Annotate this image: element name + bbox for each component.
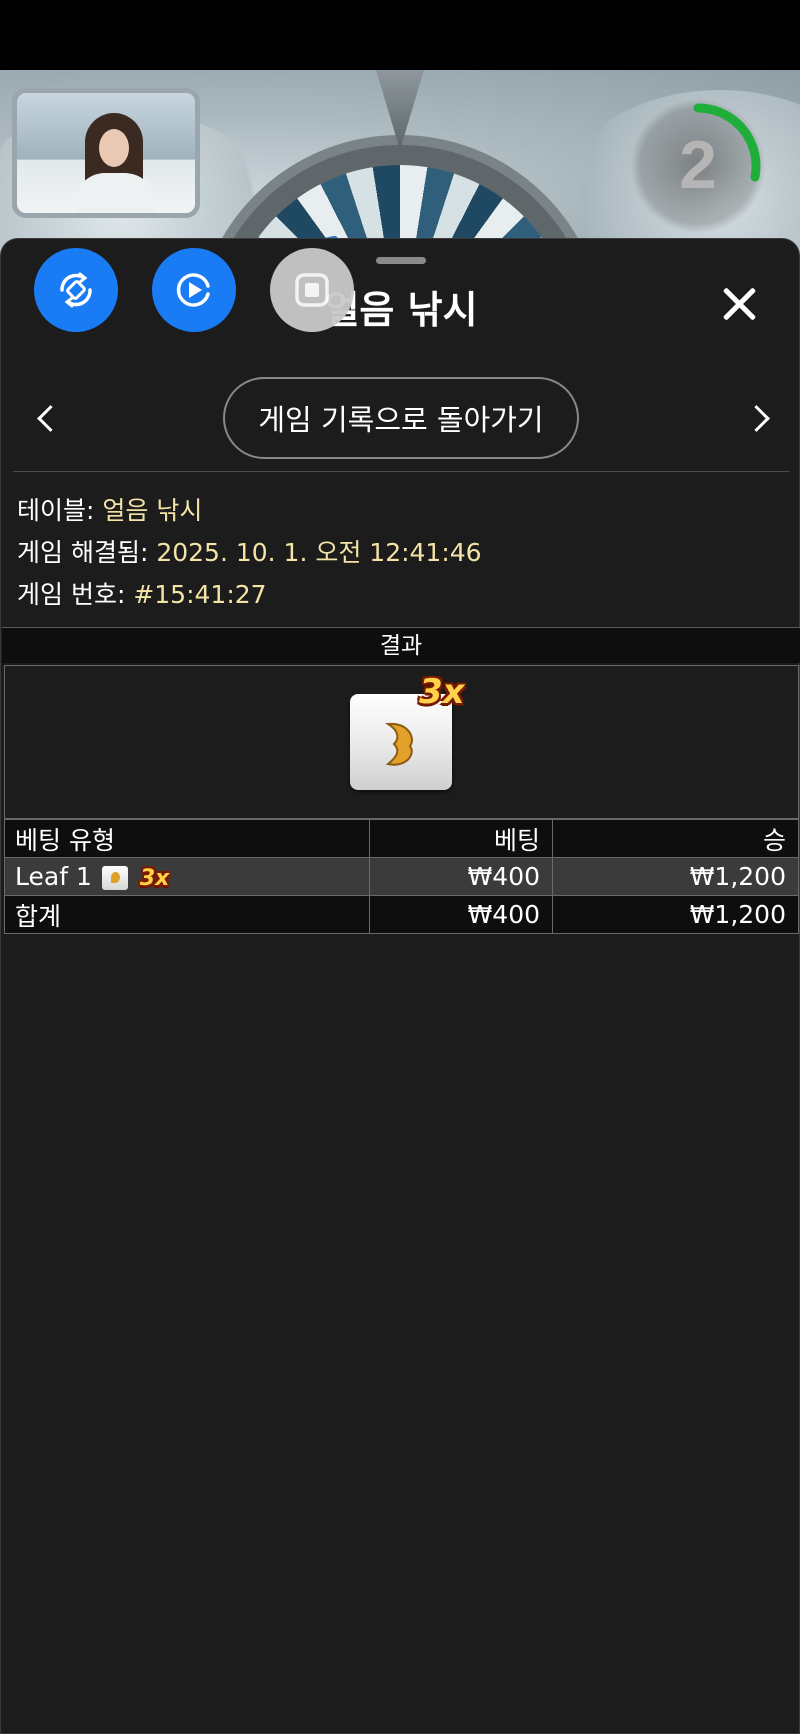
back-to-history-button[interactable]: 게임 기록으로 돌아가기 [223, 377, 579, 459]
rotate-screen-icon [60, 272, 92, 308]
info-resolved-value: 2025. 10. 1. 오전 12:41:46 [156, 538, 482, 567]
table-header-row: 베팅 유형 베팅 승 [4, 819, 799, 858]
info-number-label: 게임 번호: [17, 580, 134, 609]
drag-handle[interactable] [376, 257, 426, 264]
info-resolved-label: 게임 해결됨: [17, 538, 157, 567]
result-header: 결과 [2, 627, 800, 663]
dealer-body [75, 173, 155, 213]
rotate-screen-button[interactable] [34, 248, 118, 332]
info-table-label: 테이블: [17, 496, 103, 525]
chevron-left-icon[interactable] [27, 401, 63, 437]
stop-record-icon [295, 273, 329, 307]
game-history-sheet: 얼음 낚시 게임 기록으로 돌아가기 테이블: 얼음 낚시 게임 해결됨: 20… [0, 238, 800, 1734]
dealer-face [99, 129, 129, 167]
info-number-value: #15:41:27 [133, 580, 267, 609]
chevron-right-icon[interactable] [741, 401, 777, 437]
col-bet-type: 베팅 유형 [4, 819, 370, 858]
total-win: ₩1,200 [552, 895, 799, 934]
table-row: Leaf 1 3x ₩400 ₩1,200 [4, 857, 799, 896]
multiplier-badge: 3x [139, 865, 170, 891]
screen-record-button[interactable] [152, 248, 236, 332]
sheet-title: 얼음 낚시 [324, 288, 478, 332]
countdown-timer: 2 [630, 98, 766, 234]
close-icon[interactable] [715, 279, 765, 329]
info-resolved: 게임 해결됨: 2025. 10. 1. 오전 12:41:46 [17, 533, 482, 569]
multiplier-badge: 3x [419, 672, 465, 712]
total-label: 합계 [4, 895, 370, 934]
info-table: 테이블: 얼음 낚시 [17, 491, 202, 527]
col-win: 승 [552, 819, 799, 858]
timer-value: 2 [679, 127, 717, 203]
bet-type-label: Leaf 1 [15, 862, 92, 891]
win-amount: ₩1,200 [552, 857, 799, 896]
bet-type-cell: Leaf 1 3x [4, 857, 370, 896]
result-panel: 3x [4, 665, 799, 819]
dealer-video-thumbnail[interactable] [12, 88, 200, 218]
col-bet: 베팅 [369, 819, 553, 858]
info-number: 게임 번호: #15:41:27 [17, 575, 267, 611]
divider [13, 471, 789, 472]
status-bar [0, 0, 800, 70]
table-total-row: 합계 ₩400 ₩1,200 [4, 895, 799, 934]
total-bet: ₩400 [369, 895, 553, 934]
info-table-value: 얼음 낚시 [102, 496, 203, 525]
history-nav: 게임 기록으로 돌아가기 [1, 377, 800, 461]
bet-amount: ₩400 [369, 857, 553, 896]
bets-table: 베팅 유형 베팅 승 Leaf 1 3x ₩400 ₩1,200 합계 ₩400 … [4, 819, 799, 934]
screen-record-icon [176, 273, 210, 307]
leaf-icon [101, 866, 128, 890]
stop-record-button[interactable] [270, 248, 354, 332]
